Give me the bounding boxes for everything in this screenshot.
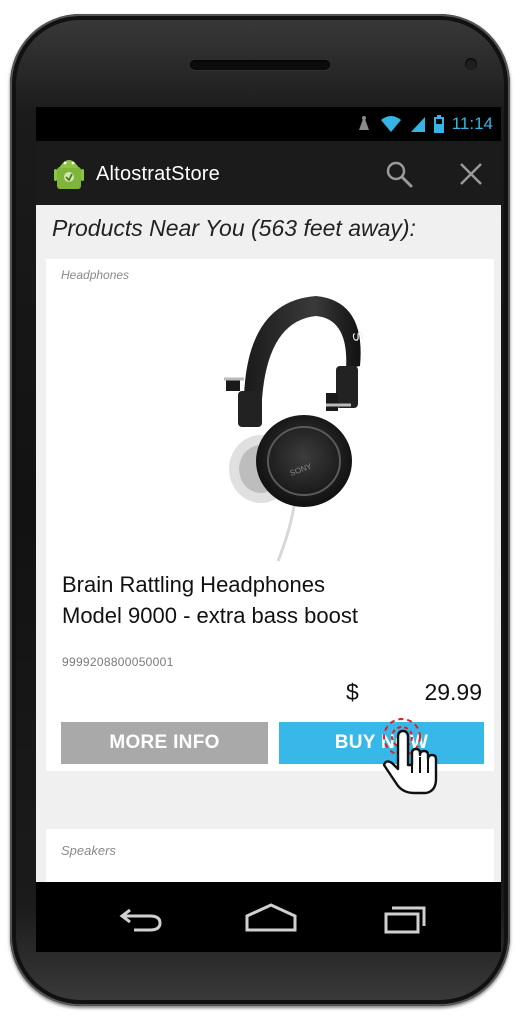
home-icon[interactable] <box>243 902 299 934</box>
action-bar: AltostratStore <box>36 141 501 205</box>
hand-cursor-icon <box>382 718 438 795</box>
product-name-line2: Model 9000 - extra bass boost <box>62 603 358 628</box>
earpiece-speaker <box>190 60 330 70</box>
product-card[interactable]: Headphones S SONY Brain Rattling Headpho… <box>46 259 494 771</box>
product-category: Speakers <box>61 843 116 858</box>
headphones-image[interactable]: S SONY <box>186 281 366 566</box>
close-icon[interactable] <box>458 161 484 187</box>
status-icons: 11:14 <box>356 114 493 134</box>
products-near-heading: Products Near You (563 feet away): <box>52 215 416 241</box>
recents-icon[interactable] <box>382 902 426 936</box>
product-price: 29.99 <box>424 679 482 705</box>
product-card[interactable]: Speakers <box>46 829 494 882</box>
wifi-icon <box>380 116 401 132</box>
product-category: Headphones <box>61 268 130 282</box>
more-info-button[interactable]: MORE INFO <box>61 722 268 764</box>
product-name: Brain Rattling Headphones Model 9000 - e… <box>62 569 482 631</box>
app-title: AltostratStore <box>96 163 220 185</box>
status-bar: 11:14 <box>36 107 501 141</box>
price-currency: $ <box>346 679 359 705</box>
android-app-icon[interactable] <box>54 155 84 191</box>
product-name-line1: Brain Rattling Headphones <box>62 572 325 597</box>
battery-icon <box>433 115 444 133</box>
search-icon[interactable] <box>384 159 414 189</box>
notification-icon <box>358 116 369 130</box>
product-sku: 9999208800050001 <box>62 655 174 669</box>
signal-icon <box>410 117 425 132</box>
status-time: 11:14 <box>451 114 493 133</box>
navigation-bar <box>36 882 501 952</box>
front-camera <box>465 58 477 70</box>
back-icon[interactable] <box>116 904 166 934</box>
screen: 11:14 AltostratStore Products Near You (… <box>36 107 501 882</box>
